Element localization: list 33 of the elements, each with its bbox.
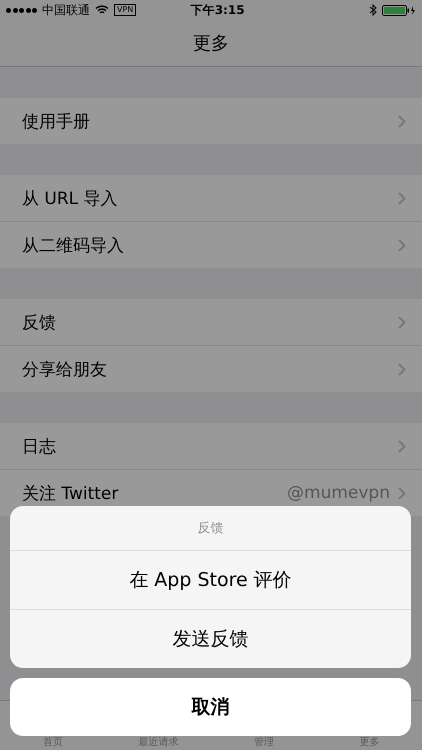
chevron-icon — [398, 440, 406, 452]
row-label: 关注 Twitter — [22, 482, 120, 504]
chevron-icon — [398, 114, 406, 128]
settings-row[interactable]: 日志 — [0, 423, 422, 470]
status-time: 下午3:15 — [190, 2, 246, 18]
sheet-action[interactable]: 在 App Store 评价 — [10, 551, 411, 610]
row-value: @mumevpn — [287, 483, 390, 503]
battery-icon — [382, 4, 416, 16]
row-label: 日志 — [22, 436, 57, 458]
row-label: 反馈 — [22, 312, 57, 334]
row-label: 使用手册 — [22, 110, 91, 132]
sheet-title: 反馈 — [198, 520, 224, 537]
signal-icon — [6, 8, 37, 12]
settings-row[interactable]: 分享给朋友 — [0, 346, 422, 392]
chevron-icon — [398, 192, 406, 204]
row-label: 分享给朋友 — [22, 358, 108, 380]
settings-row[interactable]: 从 URL 导入 — [0, 175, 422, 222]
row-label: 从二维码导入 — [22, 234, 125, 256]
chevron-icon — [398, 362, 406, 376]
carrier-name: 中国联通 — [42, 2, 90, 18]
row-label: 从 URL 导入 — [22, 188, 119, 210]
sheet-action[interactable]: 发送反馈 — [10, 610, 411, 668]
wifi-icon — [95, 5, 109, 15]
settings-row[interactable]: 反馈 — [0, 299, 422, 346]
cancel-button[interactable]: 取消 — [10, 678, 411, 736]
nav-title: 更多 — [193, 32, 229, 55]
bluetooth-icon — [369, 4, 377, 16]
vpn-indicator: VPN — [114, 4, 136, 16]
settings-row[interactable]: 从二维码导入 — [0, 222, 422, 268]
chevron-icon — [398, 316, 406, 328]
chevron-icon — [398, 486, 406, 500]
settings-row[interactable]: 使用手册 — [0, 98, 422, 144]
chevron-icon — [398, 238, 406, 252]
